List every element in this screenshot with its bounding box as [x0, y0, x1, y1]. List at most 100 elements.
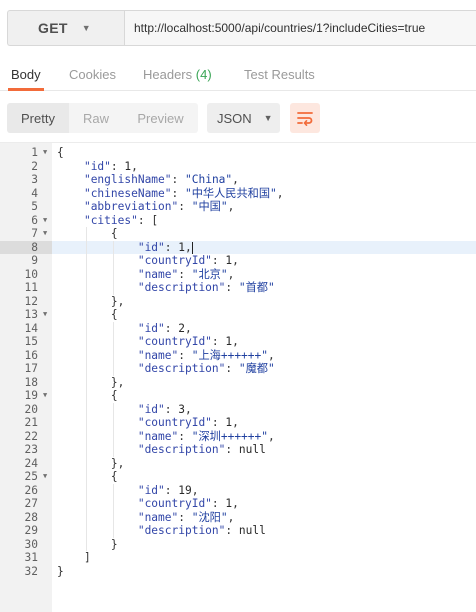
line-number-cell: 7 ▼ [0, 227, 52, 241]
line-number: 21 [24, 416, 38, 429]
code-text: "countryId": 1, [137, 416, 239, 429]
code-line: 14 "id": 2, [0, 321, 476, 336]
code-line: 21 "countryId": 1, [0, 416, 476, 430]
code-text: { [57, 389, 118, 402]
code-text: "name": "北京", [137, 267, 235, 281]
code-line: 19 ▼ { [0, 389, 476, 403]
line-number: 19 [24, 389, 38, 402]
tab-headers[interactable]: Headers (4) [143, 67, 212, 82]
code-line: 20 "id": 3, [0, 402, 476, 416]
line-number: 16 [24, 348, 38, 362]
code-text: "description": null [137, 524, 266, 537]
line-number: 13 [24, 308, 38, 321]
url-input[interactable]: http://localhost:5000/api/countries/1?in… [124, 10, 476, 46]
view-preview-button[interactable]: Preview [123, 103, 198, 133]
line-number-cell: 21 [0, 416, 52, 430]
line-number: 17 [24, 362, 38, 375]
view-pretty-button[interactable]: Pretty [7, 103, 69, 133]
line-number: 10 [24, 267, 38, 281]
line-number-cell: 29 [0, 524, 52, 538]
line-number-cell: 26 [0, 484, 52, 498]
line-number-cell: 19 ▼ [0, 389, 52, 403]
line-number: 26 [24, 483, 38, 497]
fold-toggle-icon[interactable]: ▼ [43, 146, 47, 160]
code-text: "chineseName": "中华人民共和国", [83, 186, 284, 200]
line-number-cell: 13 ▼ [0, 308, 52, 322]
tab-body[interactable]: Body [11, 67, 41, 82]
line-number-cell: 12 [0, 295, 52, 309]
line-number-cell: 2 [0, 160, 52, 174]
line-number: 23 [24, 443, 38, 456]
code-text: "name": "上海++++++", [137, 348, 275, 362]
line-number: 14 [24, 321, 38, 335]
code-line: 31 ] [0, 551, 476, 565]
code-line: 7 ▼ { [0, 227, 476, 241]
code-text: "id": 19, [137, 483, 199, 497]
tab-cookies[interactable]: Cookies [69, 67, 116, 82]
line-number-cell: 27 [0, 497, 52, 511]
line-number-cell: 30 [0, 538, 52, 552]
code-line: 8 "id": 1, [0, 240, 476, 254]
code-text: "name": "沈阳", [137, 510, 235, 524]
code-text: { [57, 227, 118, 240]
code-text: "description": null [137, 443, 266, 456]
code-line: 24 }, [0, 456, 476, 470]
line-number: 18 [24, 375, 38, 389]
code-text: { [57, 146, 64, 159]
line-number-cell: 16 [0, 349, 52, 363]
code-text: "id": 2, [137, 321, 192, 335]
text-cursor [191, 241, 193, 254]
tab-test-results[interactable]: Test Results [244, 67, 315, 82]
line-number: 27 [24, 497, 38, 510]
line-number-cell: 18 [0, 376, 52, 390]
response-tabs: Body Cookies Headers (4) Test Results [0, 58, 476, 91]
line-number-cell: 10 [0, 268, 52, 282]
format-dropdown[interactable]: JSON ▼ [207, 103, 280, 133]
line-number: 4 [31, 186, 38, 200]
code-text: }, [57, 456, 125, 470]
line-number-cell: 28 [0, 511, 52, 525]
wrap-lines-button[interactable] [290, 103, 320, 133]
line-number-cell: 25 ▼ [0, 470, 52, 484]
line-number: 30 [24, 537, 38, 551]
caret-down-icon: ▼ [81, 23, 91, 33]
code-text: "description": "魔都" [137, 362, 275, 375]
tab-headers-label: Headers [143, 67, 193, 82]
line-number-cell: 32 [0, 565, 52, 579]
fold-toggle-icon[interactable]: ▼ [43, 389, 47, 403]
code-text: "description": "首都" [137, 281, 275, 294]
code-text: "name": "深圳++++++", [137, 429, 275, 443]
line-number: 11 [24, 281, 38, 294]
caret-down-icon: ▼ [263, 113, 273, 123]
fold-toggle-icon[interactable]: ▼ [43, 227, 47, 241]
code-text: "id": 1, [137, 240, 193, 254]
code-line: 18 }, [0, 375, 476, 390]
request-bar: GET ▼ http://localhost:5000/api/countrie… [0, 0, 476, 56]
headers-count-badge: (4) [195, 67, 212, 82]
line-number-cell: 4 [0, 187, 52, 201]
fold-toggle-icon[interactable]: ▼ [43, 214, 47, 228]
line-number-cell: 3 [0, 173, 52, 187]
line-number: 20 [24, 402, 38, 416]
line-number: 12 [24, 294, 38, 308]
response-body-editor[interactable]: 1 ▼{2 "id": 1, 3 "englishName": "China", 4 … [0, 142, 476, 612]
line-number: 31 [24, 551, 38, 564]
line-number: 1 [31, 146, 38, 159]
code-line: 17 "description": "魔都" [0, 362, 476, 376]
fold-toggle-icon[interactable]: ▼ [43, 470, 47, 484]
method-dropdown[interactable]: GET ▼ [7, 10, 124, 46]
line-number: 2 [31, 159, 38, 173]
code-lines: 1 ▼{2 "id": 1, 3 "englishName": "China", 4 … [0, 146, 476, 578]
line-number-cell: 9 [0, 254, 52, 268]
view-raw-button[interactable]: Raw [69, 103, 123, 133]
code-line: 1 ▼ { [0, 146, 476, 160]
code-text: { [57, 308, 118, 321]
active-tab-indicator [8, 88, 44, 91]
code-text: ] [57, 551, 91, 564]
line-number-cell: 14 [0, 322, 52, 336]
line-number: 15 [24, 335, 38, 348]
fold-toggle-icon[interactable]: ▼ [43, 308, 47, 322]
line-number: 5 [31, 200, 38, 213]
code-line: 30 } [0, 537, 476, 552]
line-number: 32 [24, 564, 38, 578]
